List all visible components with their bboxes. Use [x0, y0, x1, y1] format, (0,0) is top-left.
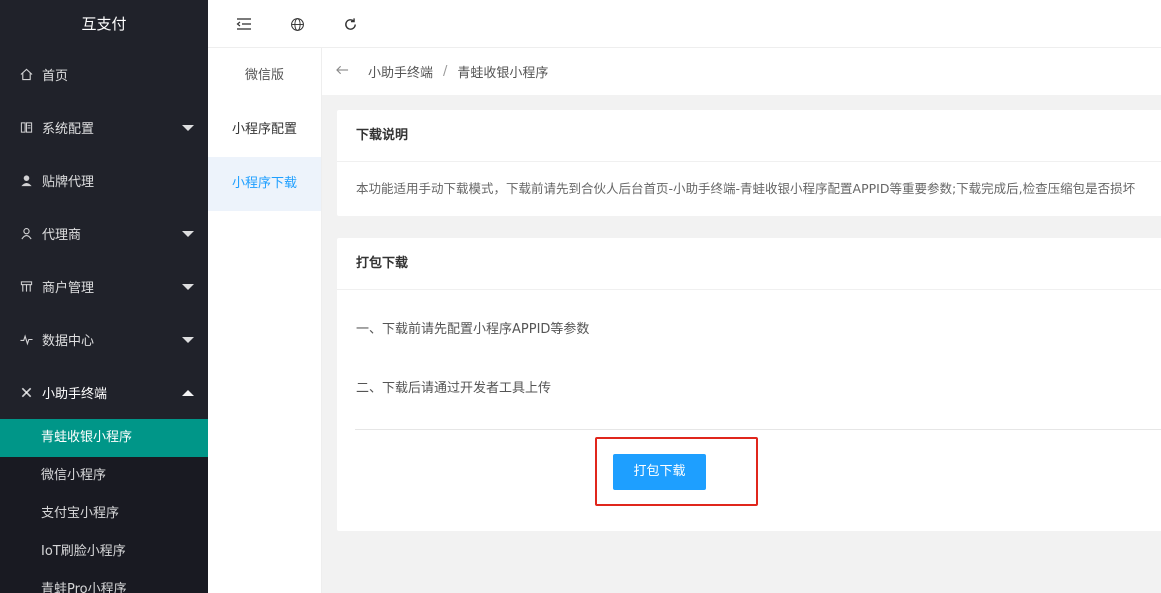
tab-wechat-edition[interactable]: 微信版: [208, 48, 321, 103]
sidebar-item-label: 商户管理: [42, 281, 95, 296]
tools-icon: [18, 386, 34, 399]
sidebar-subitem-alipay-mini[interactable]: 支付宝小程序: [0, 495, 208, 533]
home-icon: [18, 68, 34, 81]
refresh-icon[interactable]: [340, 14, 360, 34]
package-download-button[interactable]: 打包下载: [613, 454, 706, 490]
settings-icon: [18, 121, 34, 134]
sidebar-subitem-wechat-mini[interactable]: 微信小程序: [0, 457, 208, 495]
instruction-step-2: 二、下载后请通过开发者工具上传: [356, 381, 552, 396]
user-icon: [18, 174, 34, 187]
top-header: [208, 0, 1161, 48]
breadcrumb-item[interactable]: 小助手终端: [368, 62, 433, 81]
sidebar-item-label: 数据中心: [42, 334, 95, 349]
card-title: 下载说明: [337, 110, 1161, 162]
pulse-icon: [18, 333, 34, 346]
store-icon: [18, 280, 34, 293]
tab-mini-program-config[interactable]: 小程序配置: [208, 103, 321, 157]
globe-icon[interactable]: [287, 14, 307, 34]
sidebar-item-agent[interactable]: 代理商: [0, 207, 208, 260]
collapse-menu-icon[interactable]: [234, 14, 254, 34]
sidebar-item-system-config[interactable]: 系统配置: [0, 101, 208, 154]
sidebar-item-label: 贴牌代理: [42, 175, 95, 190]
card-title: 打包下载: [337, 238, 1161, 290]
chevron-up-icon: [182, 389, 194, 396]
chevron-down-icon: [182, 230, 194, 237]
breadcrumb: 小助手终端 / 青蛙收银小程序: [322, 48, 1161, 95]
breadcrumb-item-current: 青蛙收银小程序: [457, 66, 549, 81]
chevron-down-icon: [182, 336, 194, 343]
sidebar-submenu: 青蛙收银小程序 微信小程序 支付宝小程序 IoT刷脸小程序 青蛙Pro小程序: [0, 419, 208, 593]
sidebar-item-home[interactable]: 首页: [0, 48, 208, 101]
main-content: 下载说明 本功能适用手动下载模式，下载前请先到合伙人后台首页-小助手终端-青蛙收…: [322, 95, 1161, 593]
download-card: 打包下载 一、下载前请先配置小程序APPID等参数 二、下载后请通过开发者工具上…: [337, 238, 1161, 531]
sidebar-item-label: 系统配置: [42, 122, 95, 137]
chevron-down-icon: [182, 283, 194, 290]
breadcrumb-separator: /: [443, 64, 448, 79]
back-arrow-icon[interactable]: [336, 64, 350, 79]
instruction-step-1: 一、下载前请先配置小程序APPID等参数: [356, 322, 590, 337]
sidebar-subitem-frog-pro[interactable]: 青蛙Pro小程序: [0, 571, 208, 593]
sidebar-item-label: 小助手终端: [42, 387, 108, 402]
sidebar-item-label: 代理商: [42, 228, 82, 243]
chevron-down-icon: [182, 124, 194, 131]
sidebar: 互支付 首页 系统配置 贴牌代理 代理商 商户管理 数据中心 小助手终端 青蛙收…: [0, 0, 208, 593]
tab-mini-program-download[interactable]: 小程序下载: [208, 157, 321, 211]
secondary-menu: 微信版 小程序配置 小程序下载: [208, 48, 322, 593]
sidebar-item-merchant[interactable]: 商户管理: [0, 260, 208, 313]
sidebar-item-data-center[interactable]: 数据中心: [0, 313, 208, 366]
description-text: 本功能适用手动下载模式，下载前请先到合伙人后台首页-小助手终端-青蛙收银小程序配…: [356, 181, 1136, 196]
app-logo: 互支付: [0, 0, 208, 48]
description-card: 下载说明 本功能适用手动下载模式，下载前请先到合伙人后台首页-小助手终端-青蛙收…: [337, 110, 1161, 216]
sidebar-item-label: 首页: [42, 69, 69, 84]
divider: [355, 429, 1161, 430]
sidebar-item-assistant-terminal[interactable]: 小助手终端: [0, 366, 208, 419]
sidebar-subitem-frog-cashier[interactable]: 青蛙收银小程序: [0, 419, 208, 457]
sidebar-subitem-iot-face[interactable]: IoT刷脸小程序: [0, 533, 208, 571]
agent-icon: [18, 227, 34, 240]
sidebar-item-oem-agent[interactable]: 贴牌代理: [0, 154, 208, 207]
